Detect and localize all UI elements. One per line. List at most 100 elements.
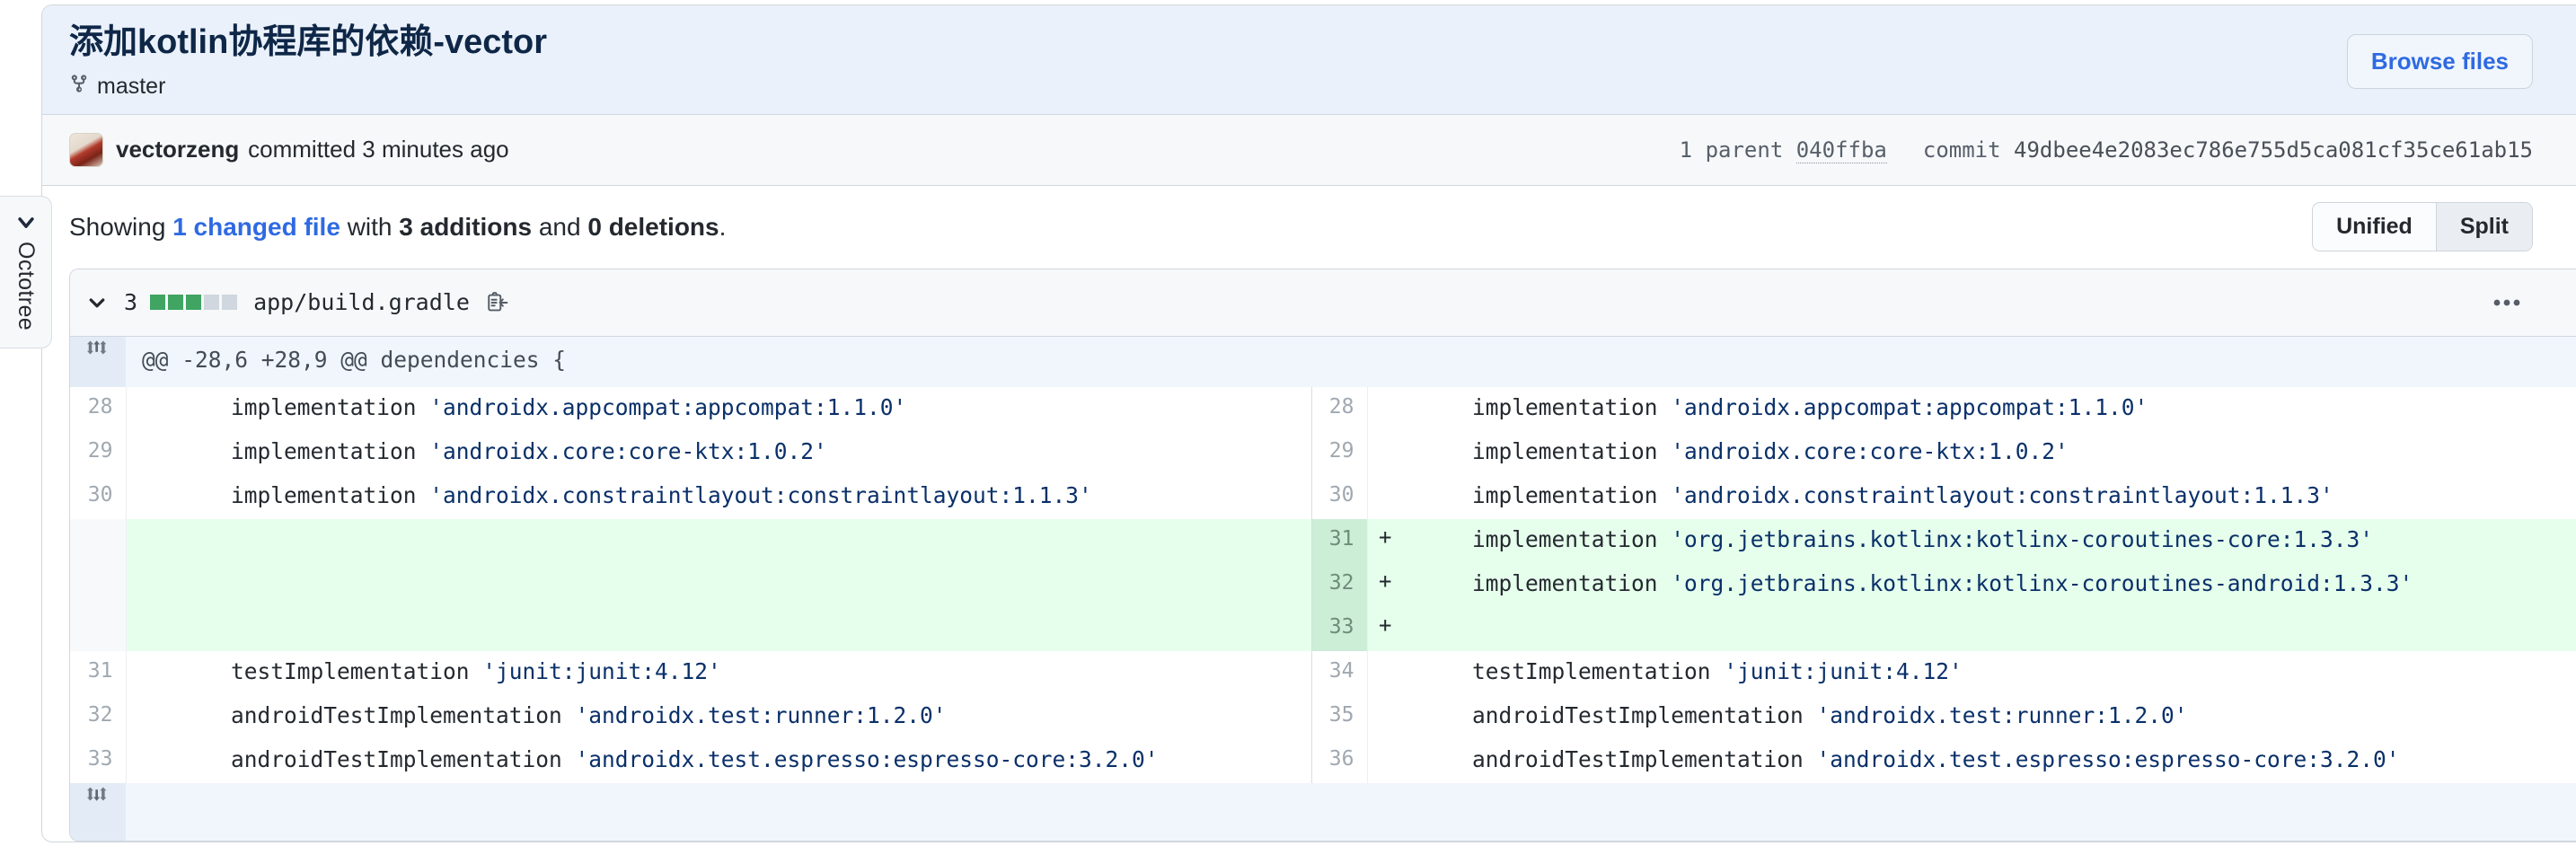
diff-code-left[interactable] xyxy=(162,607,1311,651)
code-string-literal: 'junit:junit:4.12' xyxy=(482,658,721,684)
code-string-literal: 'androidx.constraintlayout:constraintlay… xyxy=(429,482,1092,508)
diff-code-left[interactable]: implementation 'androidx.appcompat:appco… xyxy=(162,387,1311,431)
line-number-left[interactable] xyxy=(70,519,126,563)
changed-file-link[interactable]: 1 changed file xyxy=(172,213,340,242)
code-string-literal: 'androidx.test.espresso:espresso-core:3.… xyxy=(1817,746,2400,772)
line-number-left[interactable]: 30 xyxy=(70,475,126,519)
code-keyword: testImplementation xyxy=(1419,658,1724,684)
diff-code-right[interactable]: implementation 'androidx.core:core-ktx:1… xyxy=(1403,431,2576,475)
code-keyword: implementation xyxy=(178,438,429,464)
line-number-left[interactable]: 29 xyxy=(70,431,126,475)
commit-sha[interactable]: 49dbee4e2083ec786e755d5ca081cf35ce61ab15 xyxy=(2014,137,2533,163)
expand-up-icon[interactable] xyxy=(70,337,126,387)
diff-code-left[interactable]: androidTestImplementation 'androidx.test… xyxy=(162,695,1311,739)
browse-files-button[interactable]: Browse files xyxy=(2347,34,2533,89)
line-number-left[interactable] xyxy=(70,563,126,607)
expand-footer-space xyxy=(126,783,2576,841)
diff-row: 31 testImplementation 'junit:junit:4.12'… xyxy=(70,651,2576,695)
line-number-right[interactable]: 30 xyxy=(1311,475,1367,519)
line-number-left[interactable]: 32 xyxy=(70,695,126,739)
commit-author-name[interactable]: vectorzeng xyxy=(116,136,239,163)
summary-prefix: Showing xyxy=(69,213,165,242)
diff-row: 33+ xyxy=(70,607,2576,651)
expand-down-icon[interactable] xyxy=(70,783,126,841)
code-string-literal: 'androidx.appcompat:appcompat:1.1.0' xyxy=(1671,394,2148,420)
diff-code-right[interactable]: implementation 'org.jetbrains.kotlinx:ko… xyxy=(1403,563,2576,607)
commit-group: commit 49dbee4e2083ec786e755d5ca081cf35c… xyxy=(1923,137,2533,163)
diff-row: 30 implementation 'androidx.constraintla… xyxy=(70,475,2576,519)
diff-code-right[interactable]: androidTestImplementation 'androidx.test… xyxy=(1403,695,2576,739)
diff-code-left[interactable]: testImplementation 'junit:junit:4.12' xyxy=(162,651,1311,695)
parent-group: 1 parent 040ffba xyxy=(1680,137,1887,163)
code-keyword: androidTestImplementation xyxy=(178,746,576,772)
code-string-literal: 'junit:junit:4.12' xyxy=(1724,658,1963,684)
parent-sha[interactable]: 040ffba xyxy=(1796,137,1887,163)
parent-label: 1 parent xyxy=(1680,137,1784,163)
diff-sign-left xyxy=(126,739,162,783)
diff-sign-right: + xyxy=(1367,563,1403,607)
diff-code-left[interactable] xyxy=(162,563,1311,607)
diff-code-left[interactable]: implementation 'androidx.core:core-ktx:1… xyxy=(162,431,1311,475)
code-keyword: implementation xyxy=(1419,394,1671,420)
line-number-left[interactable]: 33 xyxy=(70,739,126,783)
line-number-right[interactable]: 32 xyxy=(1311,563,1367,607)
line-number-right[interactable]: 29 xyxy=(1311,431,1367,475)
file-diff: 3 app/build.gradle xyxy=(69,269,2576,842)
diff-code-right[interactable]: implementation 'org.jetbrains.kotlinx:ko… xyxy=(1403,519,2576,563)
diff-sign-left xyxy=(126,387,162,431)
line-number-right[interactable]: 31 xyxy=(1311,519,1367,563)
diff-sign-left xyxy=(126,431,162,475)
diff-sign-right xyxy=(1367,651,1403,695)
diff-sign-right: + xyxy=(1367,607,1403,651)
octotree-sidebar-tab[interactable]: Octotree xyxy=(0,196,52,348)
diff-sign-right: + xyxy=(1367,519,1403,563)
code-keyword: implementation xyxy=(1419,438,1671,464)
line-number-right[interactable]: 33 xyxy=(1311,607,1367,651)
diff-row: 28 implementation 'androidx.appcompat:ap… xyxy=(70,387,2576,431)
diff-code-left[interactable]: implementation 'androidx.constraintlayou… xyxy=(162,475,1311,519)
diff-rows: 28 implementation 'androidx.appcompat:ap… xyxy=(70,387,2576,783)
code-string-literal: 'androidx.test:runner:1.2.0' xyxy=(1817,702,2188,728)
diff-code-right[interactable]: implementation 'androidx.appcompat:appco… xyxy=(1403,387,2576,431)
tab-split[interactable]: Split xyxy=(2436,203,2532,251)
code-string-literal: 'androidx.test.espresso:espresso-core:3.… xyxy=(576,746,1159,772)
diff-code-right[interactable]: testImplementation 'junit:junit:4.12' xyxy=(1403,651,2576,695)
code-keyword: implementation xyxy=(178,482,429,508)
line-number-left[interactable]: 31 xyxy=(70,651,126,695)
branch-name[interactable]: master xyxy=(97,74,165,100)
line-number-right[interactable]: 36 xyxy=(1311,739,1367,783)
diff-summary-row: Showing 1 changed file with 3 additions … xyxy=(42,186,2576,269)
avatar[interactable] xyxy=(69,133,103,167)
code-keyword: androidTestImplementation xyxy=(1419,746,1817,772)
commit-time-text: committed 3 minutes ago xyxy=(248,136,508,163)
line-number-left[interactable] xyxy=(70,607,126,651)
diff-code-left[interactable]: androidTestImplementation 'androidx.test… xyxy=(162,739,1311,783)
kebab-menu-icon[interactable] xyxy=(2493,298,2556,307)
code-keyword: implementation xyxy=(1419,570,1671,596)
summary-with: with xyxy=(348,213,393,242)
diff-code-right[interactable]: androidTestImplementation 'androidx.test… xyxy=(1403,739,2576,783)
chevron-down-icon[interactable] xyxy=(86,292,108,313)
commit-meta-row: vectorzeng committed 3 minutes ago 1 par… xyxy=(42,114,2576,186)
branch-row: master xyxy=(69,72,547,101)
diff-code-right[interactable] xyxy=(1403,607,2576,651)
hunk-header-row: @@ -28,6 +28,9 @@ dependencies { xyxy=(70,337,2576,387)
diff-code-right[interactable]: implementation 'androidx.constraintlayou… xyxy=(1403,475,2576,519)
file-path[interactable]: app/build.gradle xyxy=(253,289,470,315)
copy-path-icon[interactable] xyxy=(486,291,509,314)
line-number-left[interactable]: 28 xyxy=(70,387,126,431)
tab-unified[interactable]: Unified xyxy=(2313,203,2436,251)
diff-code-left[interactable] xyxy=(162,519,1311,563)
diff-row: 32+ implementation 'org.jetbrains.kotlin… xyxy=(70,563,2576,607)
code-keyword: androidTestImplementation xyxy=(1419,702,1817,728)
commit-card: 添加kotlin协程库的依赖-vector master Browse file… xyxy=(41,4,2576,842)
line-number-right[interactable]: 34 xyxy=(1311,651,1367,695)
code-string-literal: 'androidx.core:core-ktx:1.0.2' xyxy=(429,438,827,464)
file-diff-header: 3 app/build.gradle xyxy=(70,269,2576,337)
line-number-right[interactable]: 28 xyxy=(1311,387,1367,431)
expand-footer-row xyxy=(70,783,2576,841)
code-string-literal: 'androidx.constraintlayout:constraintlay… xyxy=(1671,482,2333,508)
commit-header-left: 添加kotlin协程库的依赖-vector master xyxy=(69,22,547,101)
line-number-right[interactable]: 35 xyxy=(1311,695,1367,739)
code-keyword: androidTestImplementation xyxy=(178,702,576,728)
